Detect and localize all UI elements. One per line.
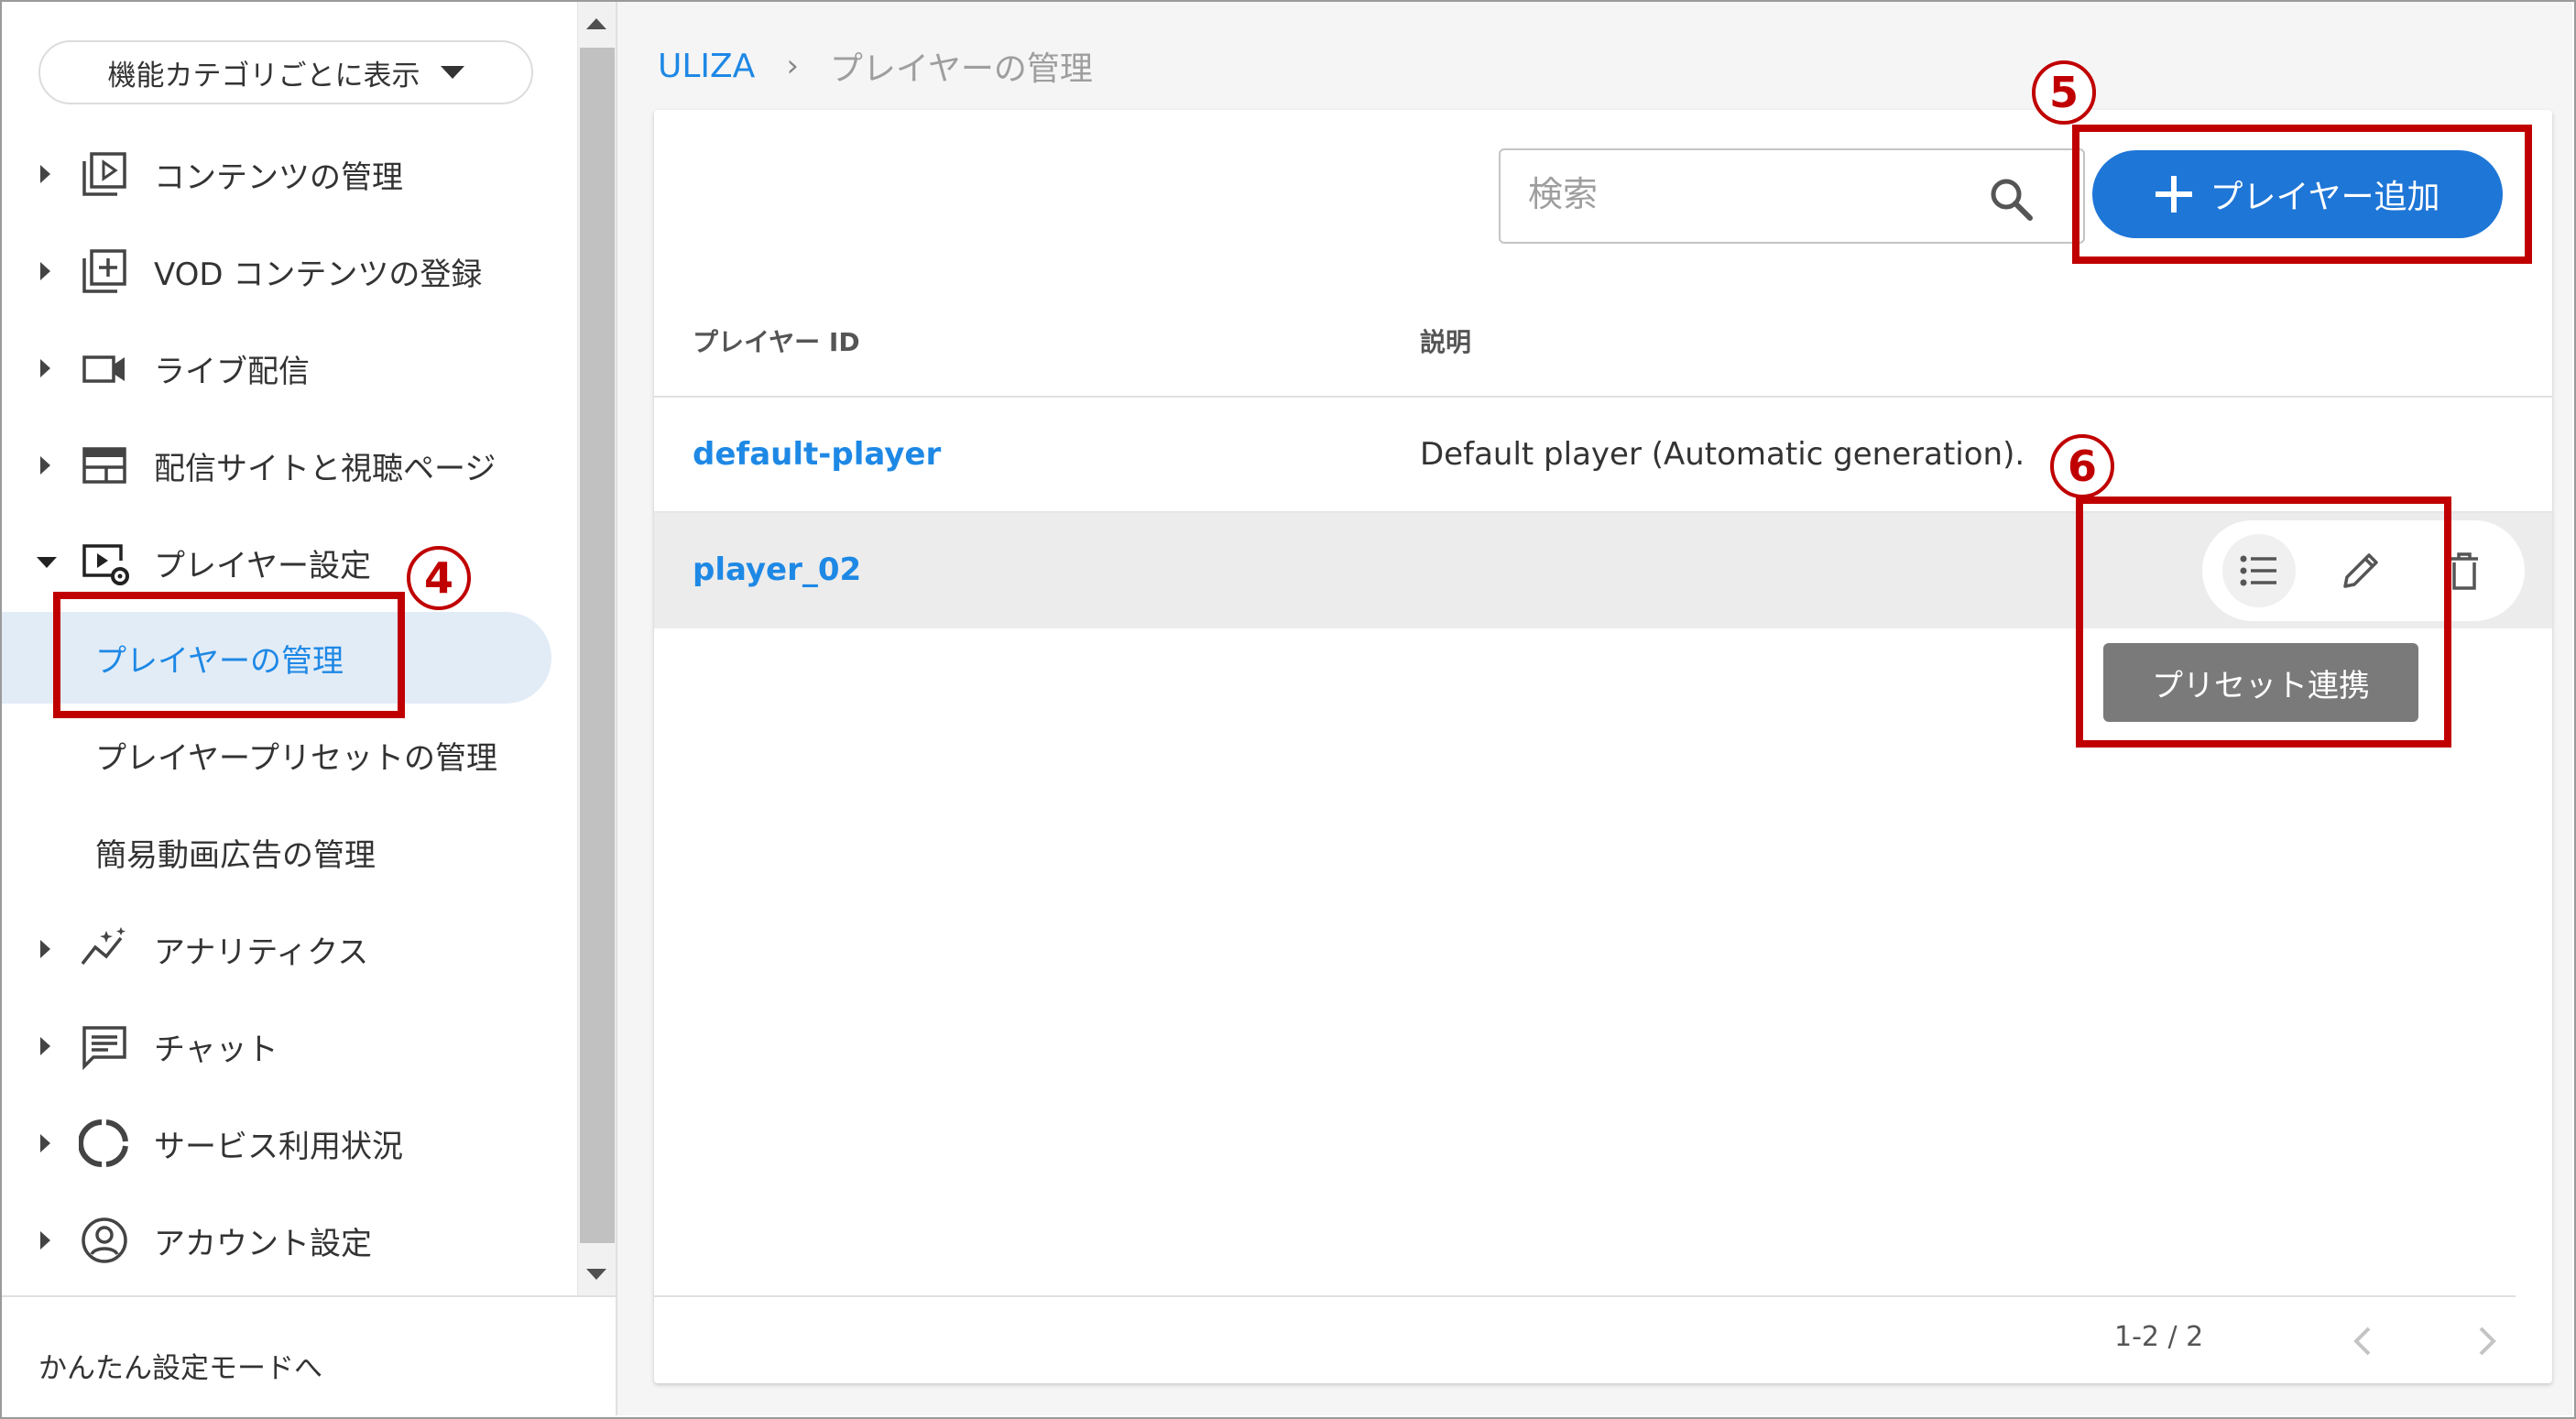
sidebar-item-content[interactable]: コンテンツの管理 [2, 128, 577, 220]
expand-arrow-icon [40, 1231, 50, 1250]
chevron-down-icon [440, 66, 464, 79]
expand-arrow-icon [40, 1134, 50, 1152]
sidebar-subitem-simple-ad[interactable]: 簡易動画広告の管理 [2, 806, 551, 898]
analytics-icon [81, 927, 126, 966]
sidebar-item-live[interactable]: ライブ配信 [2, 322, 577, 414]
sidebar-item-label: VOD コンテンツの登録 [154, 256, 483, 293]
sidebar-item-label: プレイヤー設定 [154, 547, 371, 584]
sidebar-item-vod-register[interactable]: VOD コンテンツの登録 [2, 225, 577, 317]
player-id-link[interactable]: default-player [693, 436, 941, 473]
search-input[interactable] [1528, 174, 1949, 214]
donut-chart-icon [79, 1119, 128, 1167]
sidebar-item-service-usage[interactable]: サービス利用状況 [2, 1097, 577, 1189]
next-page-icon[interactable] [2461, 1315, 2512, 1367]
breadcrumb-root-link[interactable]: ULIZA [658, 48, 755, 85]
expand-arrow-icon [40, 456, 50, 475]
player-description: Default player (Automatic generation). [1420, 436, 2025, 473]
category-view-label: 機能カテゴリごとに表示 [107, 59, 420, 93]
breadcrumb-current: プレイヤーの管理 [829, 50, 1093, 88]
annotation-box [53, 592, 405, 718]
sidebar-item-label: アカウント設定 [154, 1225, 372, 1262]
sidebar-item-label: サービス利用状況 [154, 1128, 403, 1165]
expand-arrow-icon [40, 165, 50, 183]
table-footer-divider [654, 1295, 2516, 1297]
sidebar-subitem-player-preset[interactable]: プレイヤープリセットの管理 [2, 709, 551, 801]
sidebar-item-label: コンテンツの管理 [154, 158, 403, 196]
annotation-number: 4 [407, 546, 471, 610]
annotation-box [2072, 125, 2532, 264]
sidebar-item-label: チャット [154, 1031, 278, 1068]
simple-mode-link[interactable]: かんたん設定モードへ [38, 1345, 322, 1386]
sidebar-item-analytics[interactable]: アナリティクス [2, 903, 577, 995]
add-box-icon [82, 249, 126, 293]
video-camera-icon [82, 355, 125, 383]
sidebar-item-delivery-site[interactable]: 配信サイトと視聴ページ [2, 420, 577, 511]
sidebar-item-label: ライブ配信 [154, 353, 310, 390]
expand-arrow-icon [40, 359, 50, 377]
collapse-arrow-icon [37, 557, 57, 568]
breadcrumb: ULIZA › プレイヤーの管理 [658, 42, 1093, 90]
scroll-down-icon[interactable] [586, 1269, 606, 1280]
sidebar-subitem-label: 簡易動画広告の管理 [95, 836, 376, 874]
sidebar-item-label: 配信サイトと視聴ページ [154, 450, 497, 487]
column-header-description[interactable]: 説明 [1420, 322, 1471, 359]
scroll-up-icon[interactable] [586, 18, 606, 29]
prev-page-icon[interactable] [2338, 1315, 2389, 1367]
annotation-box [2076, 497, 2451, 748]
sidebar-item-chat[interactable]: チャット [2, 1000, 577, 1092]
account-circle-icon [82, 1217, 127, 1263]
play-box-icon [82, 152, 126, 196]
expand-arrow-icon [40, 1037, 50, 1055]
search-icon[interactable] [1986, 174, 2036, 224]
column-header-player-id[interactable]: プレイヤー ID [693, 322, 860, 359]
expand-arrow-icon [40, 262, 50, 280]
player-settings-icon [82, 544, 129, 585]
expand-arrow-icon [40, 940, 50, 958]
scrollbar-thumb[interactable] [580, 48, 615, 1243]
annotation-number: 6 [2050, 434, 2114, 498]
category-view-dropdown[interactable]: 機能カテゴリごとに表示 [38, 40, 533, 104]
player-id-link[interactable]: player_02 [693, 551, 861, 588]
breadcrumb-separator: › [786, 48, 799, 84]
chat-icon [82, 1026, 126, 1071]
sidebar-scrollbar[interactable] [577, 2, 617, 1295]
sidebar-item-account[interactable]: アカウント設定 [2, 1195, 577, 1286]
sidebar-footer: かんたん設定モードへ [2, 1295, 616, 1417]
pagination-range: 1-2 / 2 [2114, 1321, 2204, 1353]
annotation-number: 5 [2032, 60, 2096, 125]
sidebar-item-label: アナリティクス [154, 933, 369, 971]
search-field[interactable] [1499, 148, 2085, 244]
sidebar-subitem-label: プレイヤープリセットの管理 [95, 739, 497, 777]
web-layout-icon [82, 447, 126, 484]
